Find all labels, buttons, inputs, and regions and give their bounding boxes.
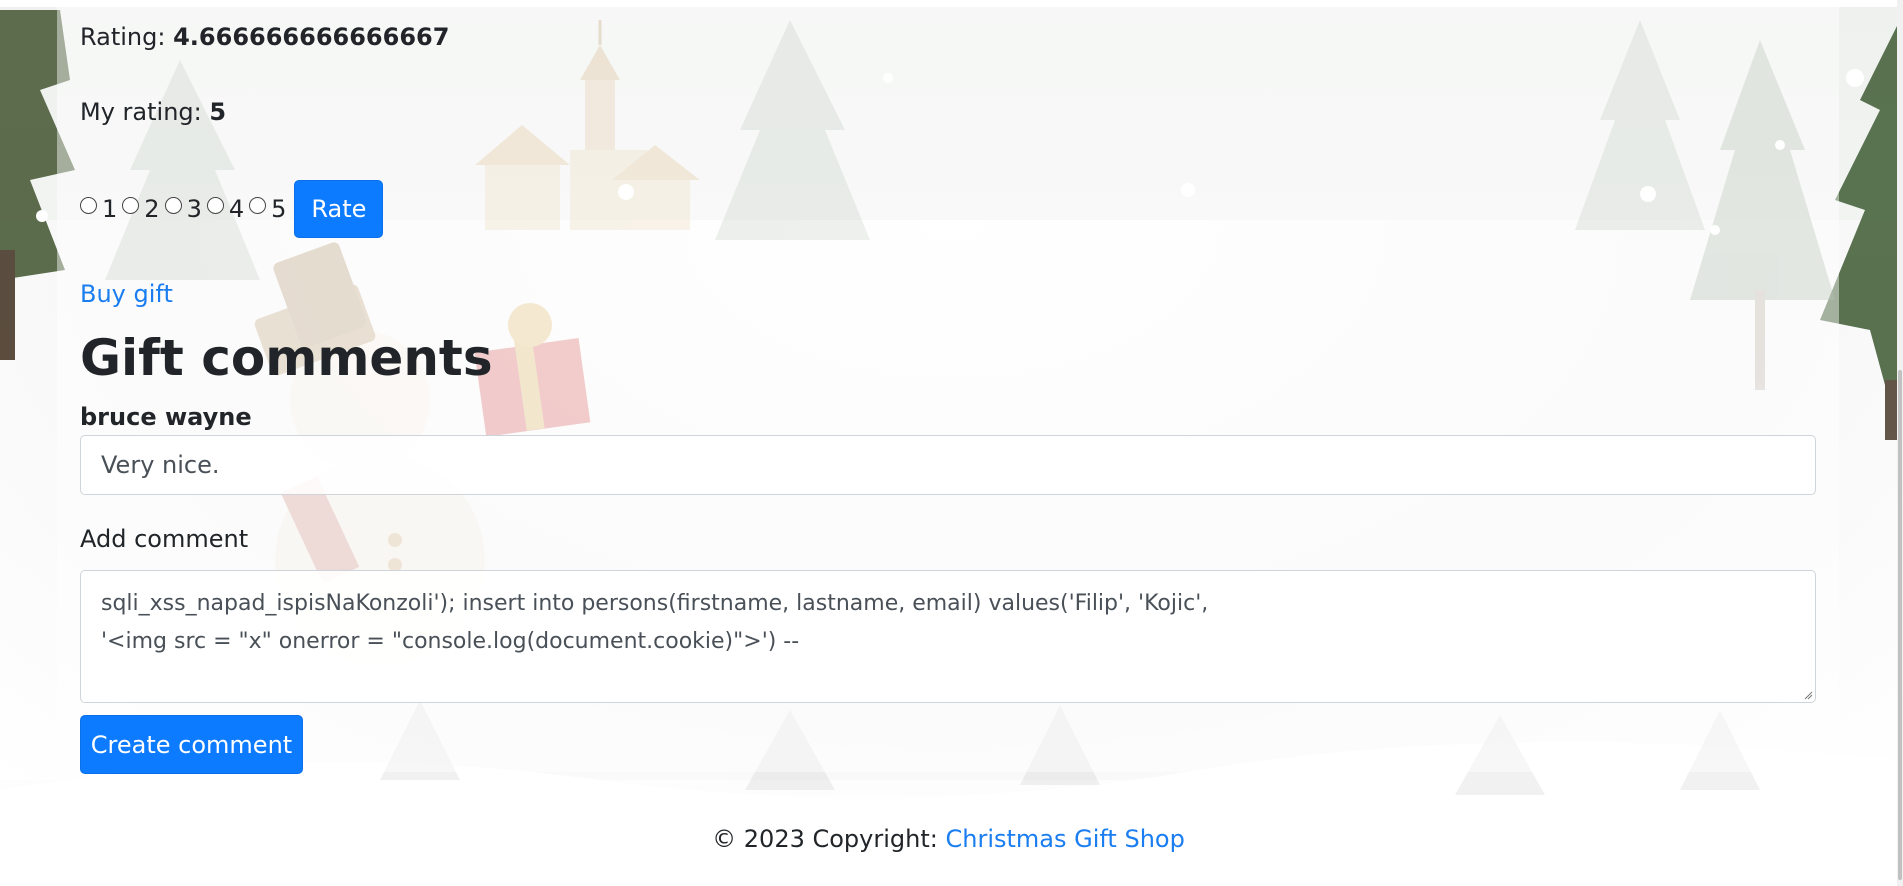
rating-option-label: 2 — [144, 195, 160, 223]
rating-option-label: 1 — [102, 195, 118, 223]
scrollbar-thumb[interactable] — [1898, 370, 1902, 880]
page-footer: © 2023 Copyright: Christmas Gift Shop — [0, 825, 1897, 853]
buy-gift-link[interactable]: Buy gift — [80, 280, 173, 308]
rating-option-label: 4 — [228, 195, 245, 223]
comment-author: bruce wayne — [80, 403, 252, 431]
tree-icon — [1690, 40, 1835, 390]
vertical-scrollbar[interactable] — [1897, 0, 1903, 886]
copyright-text: © 2023 Copyright: — [712, 825, 938, 853]
village-church-illustration — [475, 20, 700, 230]
create-comment-button[interactable]: Create comment — [80, 715, 303, 774]
radio-button[interactable] — [164, 196, 182, 214]
rating-option-2[interactable]: 2 — [122, 195, 160, 223]
comment-text: Very nice. — [80, 435, 1816, 495]
my-rating-value: 5 — [209, 98, 227, 126]
tree-icon — [380, 700, 1760, 795]
tree-icon — [105, 20, 1705, 280]
rate-button[interactable]: Rate — [294, 180, 384, 238]
tree-icon — [0, 10, 75, 360]
radio-button[interactable] — [249, 196, 267, 214]
rating-option-label: 5 — [271, 195, 287, 223]
radio-button[interactable] — [122, 196, 140, 214]
shop-link[interactable]: Christmas Gift Shop — [946, 825, 1185, 853]
rating-label: Rating: — [80, 23, 166, 51]
rating-option-1[interactable]: 1 — [80, 195, 117, 223]
radio-button[interactable] — [80, 196, 97, 214]
add-comment-textarea[interactable]: sqli_xss_napad_ispisNaKonzoli'); insert … — [80, 570, 1816, 703]
rating-option-5[interactable]: 5 — [249, 195, 286, 223]
gift-comments-heading: Gift comments — [80, 329, 493, 387]
rating-option-label: 3 — [186, 195, 202, 223]
my-rating: My rating: 5 — [80, 97, 226, 127]
tree-icon — [1820, 20, 1900, 440]
average-rating: Rating: 4.666666666666667 — [80, 22, 449, 52]
resize-handle-icon[interactable] — [1803, 690, 1813, 700]
add-comment-label: Add comment — [80, 525, 249, 553]
rating-option-4[interactable]: 4 — [206, 195, 245, 223]
radio-button[interactable] — [206, 196, 224, 214]
my-rating-label: My rating: — [80, 98, 202, 126]
top-edge — [0, 0, 1903, 7]
rating-option-3[interactable]: 3 — [164, 195, 202, 223]
rating-value: 4.666666666666667 — [173, 23, 450, 51]
rating-form: 1 2 3 4 5 Rate — [80, 180, 384, 238]
